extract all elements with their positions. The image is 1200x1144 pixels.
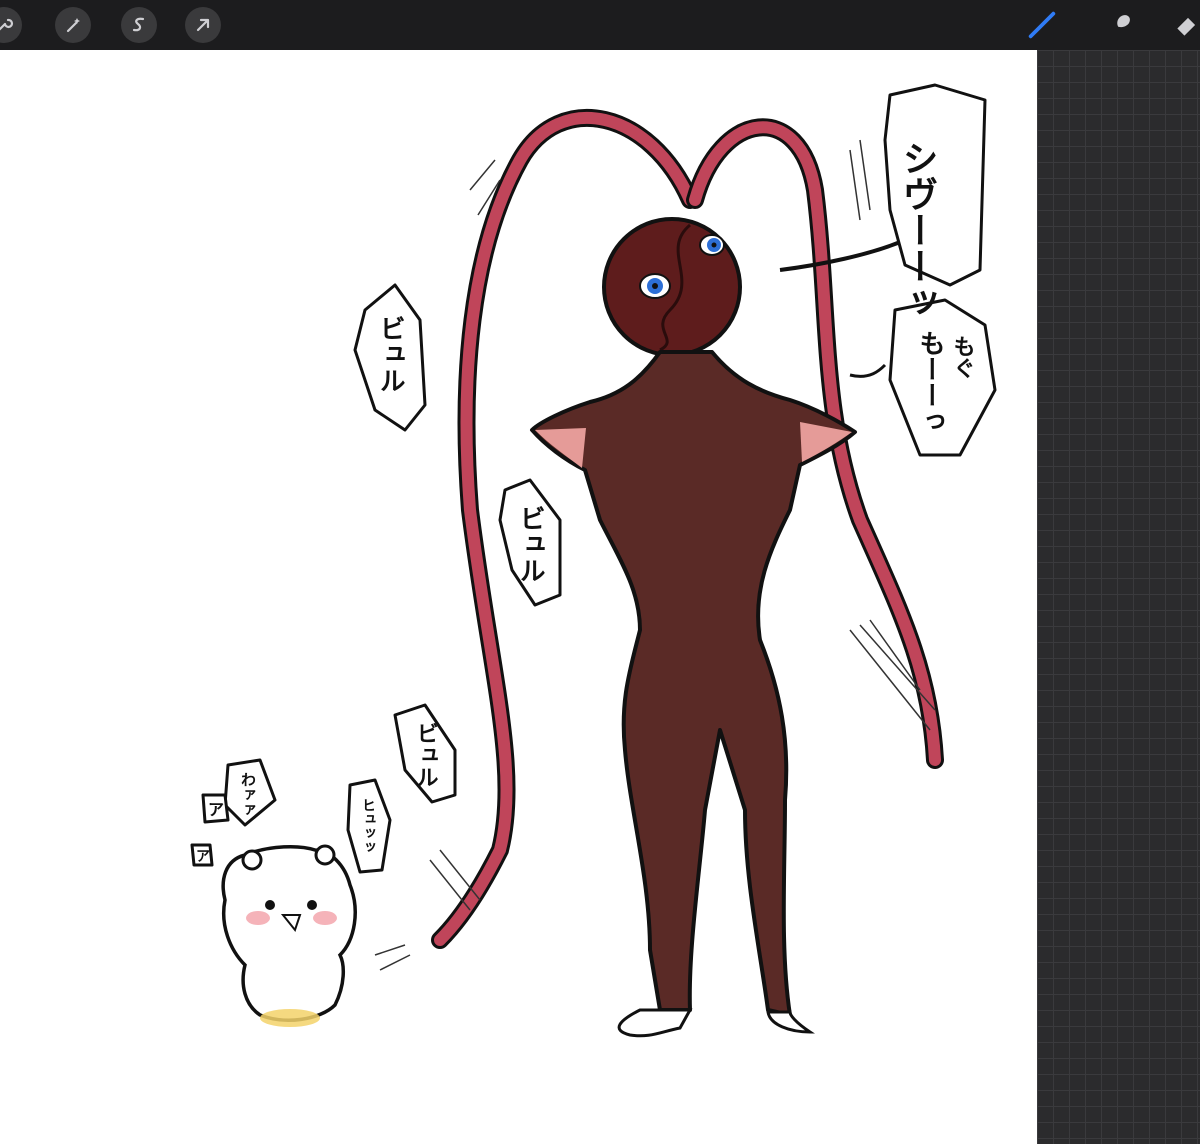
- sfx-byuru-left: ビュル: [375, 315, 405, 393]
- sfx-a-1: ア: [208, 800, 224, 819]
- sfx-mogu: もぐ: [950, 335, 975, 379]
- sfx-mo: もーーっ: [915, 330, 945, 434]
- smudge-icon[interactable]: [1102, 7, 1138, 43]
- drawing-canvas[interactable]: シヴーーッ もぐ もーーっ ビュル ビュル ビュル ヒュッッ わァァ ア ア: [0, 50, 1037, 1144]
- creature-head: [602, 217, 742, 357]
- sfx-waa: わァァ: [239, 772, 257, 817]
- creature-body: [530, 350, 857, 1038]
- sfx-byuru-lower: ビュル: [413, 722, 438, 788]
- sfx-byuru-center: ビュル: [515, 505, 545, 583]
- eraser-icon[interactable]: [1170, 7, 1200, 43]
- sfx-hyu: ヒュッッ: [360, 798, 376, 854]
- top-toolbar: [0, 0, 1200, 50]
- magic-wand-icon[interactable]: [55, 7, 91, 43]
- artwork: シヴーーッ もぐ もーーっ ビュル ビュル ビュル ヒュッッ わァァ ア ア: [190, 83, 997, 1038]
- canvas-background-grid: [1037, 50, 1200, 1144]
- hamster-character: [221, 844, 357, 1027]
- arrow-cursor-icon[interactable]: [185, 7, 221, 43]
- sfx-shivu: シヴーーッ: [897, 140, 938, 320]
- sfx-a-2: ア: [196, 849, 210, 865]
- wrench-icon[interactable]: [0, 7, 22, 43]
- brush-icon[interactable]: [1024, 7, 1060, 43]
- selection-icon[interactable]: [121, 7, 157, 43]
